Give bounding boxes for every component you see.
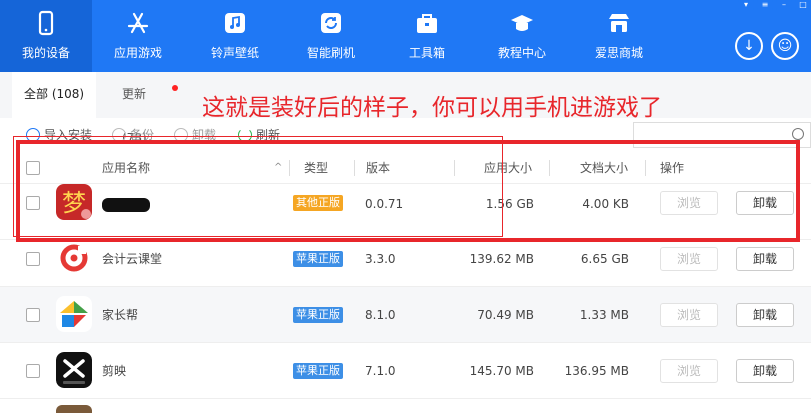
nav-item-ringtones-wallpapers[interactable]: 铃声壁纸	[189, 0, 281, 72]
type-badge: 苹果正版	[293, 363, 343, 379]
app-icon	[56, 405, 92, 413]
refresh-icon	[321, 13, 341, 33]
user-icon[interactable]: ☺	[771, 32, 799, 60]
toolbox-icon	[417, 14, 437, 33]
app-store-icon	[127, 12, 149, 34]
store-icon	[609, 14, 629, 32]
minimize-icon[interactable]: –	[776, 0, 792, 10]
nav-label: 我的设备	[21, 46, 70, 60]
graduation-icon	[511, 15, 533, 31]
nav-label: 教程中心	[497, 46, 546, 60]
uninstall-app-button[interactable]: 卸载	[736, 247, 794, 271]
uninstall-app-button[interactable]: 卸载	[736, 303, 794, 327]
download-icon[interactable]: ↓	[735, 32, 763, 60]
music-icon	[225, 13, 245, 33]
app-name: 家长帮	[102, 308, 139, 322]
nav-label: 工具箱	[408, 46, 445, 60]
annotation-text: 这就是装好后的样子，你可以用手机进游戏了	[202, 95, 662, 121]
type-badge: 苹果正版	[293, 251, 343, 267]
row-checkbox[interactable]	[26, 252, 40, 266]
version: 8.1.0	[365, 308, 396, 322]
highlight-box-thin	[13, 136, 503, 237]
nav-item-smart-flash[interactable]: 智能刷机	[285, 0, 377, 72]
nav-label: 应用游戏	[113, 46, 162, 60]
app-icon	[56, 296, 92, 332]
nav-item-apps-games[interactable]: 应用游戏	[92, 0, 184, 72]
nav-label: 爱思商城	[594, 46, 643, 60]
app-icon	[56, 240, 92, 276]
update-dot	[172, 85, 178, 91]
row-checkbox[interactable]	[26, 308, 40, 322]
version: 7.1.0	[365, 364, 396, 378]
nav-label: 智能刷机	[306, 46, 355, 60]
window-controls: ▾ ≡ – □	[738, 0, 811, 10]
table-row[interactable]: 剪映 苹果正版 7.1.0 145.70 MB 136.95 MB 浏览 卸载	[0, 343, 811, 399]
row-checkbox[interactable]	[26, 364, 40, 378]
tab-updates[interactable]: 更新 (78)	[110, 72, 182, 145]
nav-item-store[interactable]: 爱思商城	[573, 0, 665, 72]
shirt-icon[interactable]: ▾	[738, 0, 754, 10]
maximize-icon[interactable]: □	[795, 0, 811, 10]
nav-item-my-device[interactable]: 我的设备	[0, 0, 92, 72]
browse-button[interactable]: 浏览	[660, 247, 718, 271]
top-nav-bar: 我的设备 应用游戏 铃声壁纸 智能刷机 工具箱 教程中心 爱思商城 ▾ ≡ – …	[0, 0, 811, 72]
table-row[interactable]: 家长帮 苹果正版 8.1.0 70.49 MB 1.33 MB 浏览 卸载	[0, 287, 811, 343]
nav-item-tutorial-center[interactable]: 教程中心	[476, 0, 568, 72]
nav-item-toolbox[interactable]: 工具箱	[381, 0, 473, 72]
search-icon	[792, 128, 804, 140]
browse-button[interactable]: 浏览	[660, 359, 718, 383]
app-size: 145.70 MB	[469, 364, 534, 378]
table-row[interactable]	[0, 399, 811, 413]
browse-button[interactable]: 浏览	[660, 303, 718, 327]
app-icon	[56, 352, 92, 388]
tab-all[interactable]: 全部 (108)	[12, 72, 97, 118]
nav-label: 铃声壁纸	[210, 46, 259, 60]
menu-icon[interactable]: ≡	[757, 0, 773, 10]
app-name: 剪映	[102, 364, 127, 378]
doc-size: 1.33 MB	[579, 308, 629, 322]
uninstall-app-button[interactable]: 卸载	[736, 359, 794, 383]
type-badge: 苹果正版	[293, 307, 343, 323]
phone-icon	[38, 10, 54, 36]
doc-size: 136.95 MB	[564, 364, 629, 378]
app-size: 70.49 MB	[477, 308, 534, 322]
